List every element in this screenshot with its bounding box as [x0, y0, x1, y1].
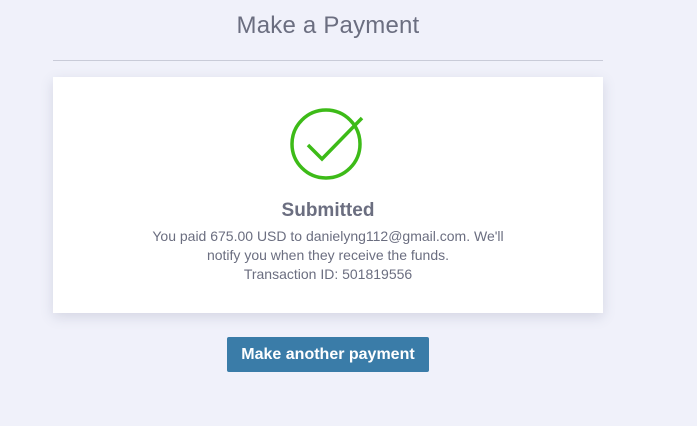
transaction-id: Transaction ID: 501819556	[243, 266, 413, 282]
confirmation-message: You paid 675.00 USD to danielyng112@gmai…	[138, 227, 518, 284]
title-divider	[53, 60, 603, 61]
page-title: Make a Payment	[236, 12, 420, 39]
check-circle-icon	[290, 108, 364, 180]
payment-confirmation-card: Submitted You paid 675.00 USD to daniely…	[53, 77, 603, 313]
make-another-payment-button[interactable]: Make another payment	[227, 337, 429, 372]
confirmation-line-notify: notify you when they receive the funds.	[206, 247, 450, 263]
confirmation-line-payment: You paid 675.00 USD to danielyng112@gmai…	[152, 228, 504, 244]
status-title: Submitted	[281, 200, 375, 221]
